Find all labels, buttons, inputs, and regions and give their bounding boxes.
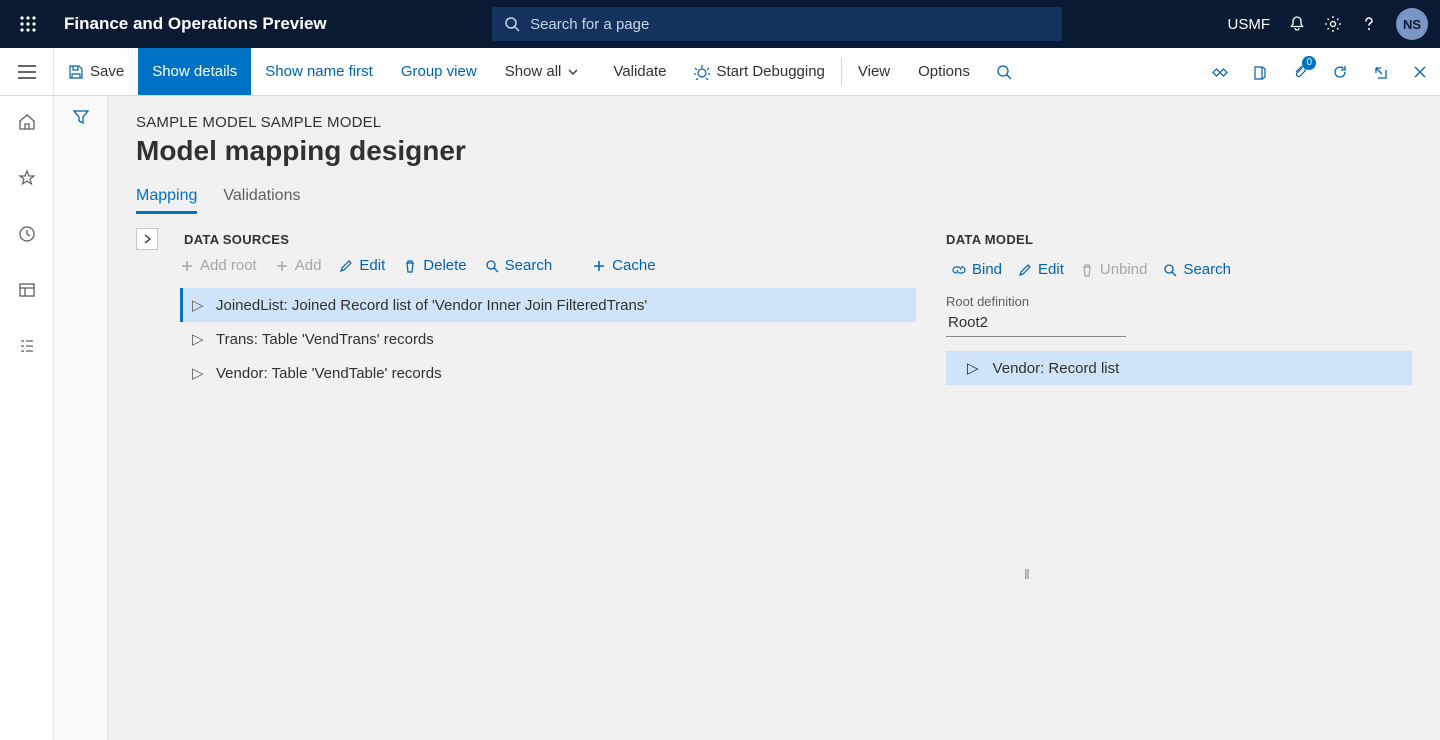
start-debugging-button[interactable]: Start Debugging [680, 48, 838, 95]
tab-validations[interactable]: Validations [223, 187, 300, 214]
attach-badge: 0 [1302, 56, 1316, 70]
attach-button[interactable]: 0 [1280, 48, 1320, 95]
company-label[interactable]: USMF [1228, 16, 1271, 33]
add-button[interactable]: Add [275, 257, 322, 274]
hamburger-icon[interactable] [0, 48, 54, 95]
plus-icon [592, 259, 606, 273]
tree-node[interactable]: ▷ Vendor: Record list [946, 351, 1412, 385]
validate-button[interactable]: Validate [599, 48, 680, 95]
chevron-down-icon [567, 66, 579, 78]
search-button[interactable]: Search [485, 257, 553, 274]
dm-edit-button[interactable]: Edit [1018, 261, 1064, 278]
add-root-button[interactable]: Add root [180, 257, 257, 274]
bell-icon[interactable] [1288, 15, 1306, 33]
tree-node[interactable]: ▷ Vendor: Table 'VendTable' records [180, 356, 916, 390]
show-all-dropdown[interactable]: Show all [491, 48, 600, 95]
pencil-icon [1018, 263, 1032, 277]
tab-mapping[interactable]: Mapping [136, 187, 197, 214]
workspaces-icon[interactable] [11, 274, 43, 306]
save-icon [68, 64, 84, 80]
search-box[interactable] [492, 7, 1062, 41]
main: SAMPLE MODEL SAMPLE MODEL Model mapping … [0, 96, 1440, 740]
data-sources-heading: DATA SOURCES [184, 232, 916, 247]
home-icon[interactable] [11, 106, 43, 138]
search-icon [504, 16, 520, 32]
nav-rail [0, 96, 54, 740]
options-menu[interactable]: Options [904, 48, 984, 95]
group-view-button[interactable]: Group view [387, 48, 491, 95]
pencil-icon [339, 259, 353, 273]
plus-icon [275, 259, 289, 273]
data-sources-panel: DATA SOURCES Add root Add Edit [136, 232, 916, 390]
tree-node-label: Trans: Table 'VendTrans' records [216, 331, 434, 348]
data-sources-tree: ▷ JoinedList: Joined Record list of 'Ven… [180, 288, 916, 390]
find-button[interactable] [984, 48, 1024, 95]
filter-rail [54, 96, 108, 740]
refresh-button[interactable] [1320, 48, 1360, 95]
root-definition-label: Root definition [946, 294, 1412, 309]
cache-button[interactable]: Cache [592, 257, 655, 274]
addins-button[interactable] [1200, 48, 1240, 95]
breadcrumb: SAMPLE MODEL SAMPLE MODEL [136, 114, 1412, 131]
root-definition-value[interactable]: Root2 [946, 309, 1126, 337]
favorites-icon[interactable] [11, 162, 43, 194]
search-icon [1163, 263, 1177, 277]
recent-icon[interactable] [11, 218, 43, 250]
filter-icon[interactable] [72, 108, 90, 740]
tree-node[interactable]: ▷ Trans: Table 'VendTrans' records [180, 322, 916, 356]
close-button[interactable] [1400, 48, 1440, 95]
tree-node-label: Vendor: Record list [993, 360, 1120, 377]
show-details-button[interactable]: Show details [138, 48, 251, 95]
search-input[interactable] [530, 16, 1050, 33]
app-title: Finance and Operations Preview [64, 14, 327, 34]
bug-icon [694, 64, 710, 80]
tree-node-label: JoinedList: Joined Record list of 'Vendo… [216, 297, 647, 314]
tabs: Mapping Validations [136, 187, 1412, 214]
view-menu[interactable]: View [844, 48, 904, 95]
caret-right-icon[interactable]: ▷ [967, 359, 979, 377]
save-label: Save [90, 63, 124, 80]
trash-icon [1080, 263, 1094, 277]
tree-node[interactable]: ▷ JoinedList: Joined Record list of 'Ven… [180, 288, 916, 322]
search-icon [485, 259, 499, 273]
unbind-button[interactable]: Unbind [1080, 261, 1148, 278]
show-name-first-button[interactable]: Show name first [251, 48, 387, 95]
help-icon[interactable] [1360, 15, 1378, 33]
data-sources-actions: Add root Add Edit Delete [180, 257, 916, 274]
plus-icon [180, 259, 194, 273]
app-launcher-icon[interactable] [12, 8, 44, 40]
popout-button[interactable] [1360, 48, 1400, 95]
tree-node-label: Vendor: Table 'VendTable' records [216, 365, 442, 382]
link-icon [952, 263, 966, 277]
delete-button[interactable]: Delete [403, 257, 466, 274]
bind-button[interactable]: Bind [952, 261, 1002, 278]
caret-right-icon[interactable]: ▷ [192, 364, 202, 382]
column-splitter[interactable]: ‖ [1024, 566, 1030, 582]
edit-button[interactable]: Edit [339, 257, 385, 274]
caret-right-icon[interactable]: ▷ [192, 296, 202, 314]
office-button[interactable] [1240, 48, 1280, 95]
avatar[interactable]: NS [1396, 8, 1428, 40]
content: SAMPLE MODEL SAMPLE MODEL Model mapping … [108, 96, 1440, 740]
save-button[interactable]: Save [54, 48, 138, 95]
data-model-panel: DATA MODEL Bind Edit Unbind [946, 232, 1412, 390]
command-bar: Save Show details Show name first Group … [0, 48, 1440, 96]
panel-expand-handle[interactable] [136, 228, 158, 250]
gear-icon[interactable] [1324, 15, 1342, 33]
dm-search-button[interactable]: Search [1163, 261, 1231, 278]
data-model-tree: ▷ Vendor: Record list [946, 351, 1412, 385]
trash-icon [403, 259, 417, 273]
modules-icon[interactable] [11, 330, 43, 362]
data-model-actions: Bind Edit Unbind Search [946, 261, 1412, 278]
data-model-heading: DATA MODEL [946, 232, 1412, 247]
top-bar: Finance and Operations Preview USMF NS [0, 0, 1440, 48]
page-title: Model mapping designer [136, 135, 1412, 167]
caret-right-icon[interactable]: ▷ [192, 330, 202, 348]
